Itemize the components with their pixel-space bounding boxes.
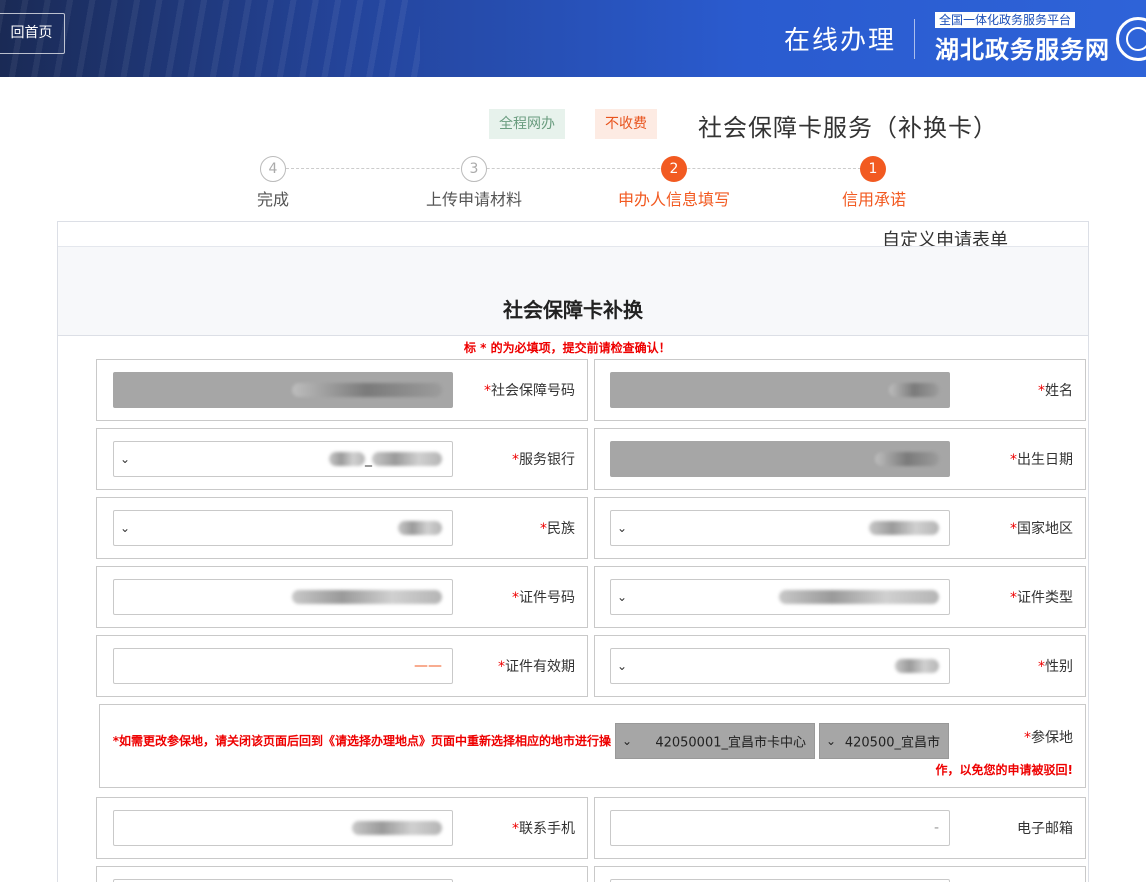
ss-number-input[interactable] (113, 372, 453, 408)
form-title-banner: 社会保障卡补换 (58, 246, 1088, 336)
country-select[interactable]: ⌄ (610, 510, 950, 546)
name-label: *姓名 (1038, 383, 1073, 399)
birth-date-field: *出生日期 (594, 428, 1086, 490)
id-type-label: *证件类型 (1010, 590, 1073, 606)
step-2-label: 申办人信息填写 (618, 190, 731, 209)
birth-date-label: *出生日期 (1010, 452, 1073, 468)
step-3-icon: 3 (461, 156, 487, 182)
id-number-field: *证件号码 (96, 566, 588, 628)
chevron-down-icon: ⌄ (617, 659, 628, 673)
insured-place-note-cont: 作，以免您的申请被驳回! (935, 763, 1073, 777)
brand-name: 湖北政务服务网 (935, 36, 1110, 64)
phone-label: *联系手机 (512, 821, 575, 837)
chevron-down-icon: ⌄ (826, 734, 837, 748)
ethnicity-field: *民族 ⌄ (96, 497, 588, 559)
birth-date-input[interactable] (610, 441, 950, 477)
home-button[interactable]: 回首页 (0, 13, 65, 54)
id-type-select[interactable]: ⌄ (610, 579, 950, 615)
gender-select[interactable]: ⌄ (610, 648, 950, 684)
id-validity-input[interactable]: —— (113, 648, 453, 684)
country-label: *国家地区 (1010, 521, 1073, 537)
id-number-input[interactable] (113, 579, 453, 615)
gender-label: *性别 (1038, 659, 1073, 675)
insured-center-select[interactable]: ⌄ 42050001_宜昌市卡中心 (615, 723, 815, 759)
next-field-right (594, 866, 1086, 882)
bank-label: *服务银行 (512, 452, 575, 468)
service-title: 社会保障卡服务（补换卡） (698, 114, 998, 142)
chevron-down-icon: ⌄ (120, 452, 131, 466)
phone-field: *联系手机 (96, 797, 588, 859)
ss-number-field: *社会保障号码 (96, 359, 588, 421)
ss-number-label: *社会保障号码 (484, 383, 575, 399)
name-input[interactable] (610, 372, 950, 408)
online-tag: 全程网办 (489, 109, 565, 139)
steps-connector (286, 168, 876, 169)
brand-subtitle: 全国一体化政务服务平台 (935, 12, 1076, 28)
fee-tag: 不收费 (595, 109, 657, 139)
country-field: *国家地区 ⌄ (594, 497, 1086, 559)
email-field: 电子邮箱 - (594, 797, 1086, 859)
id-type-field: *证件类型 ⌄ (594, 566, 1086, 628)
name-field: *姓名 (594, 359, 1086, 421)
insured-city-select[interactable]: ⌄ 420500_宜昌市 (819, 723, 949, 759)
gender-field: *性别 ⌄ (594, 635, 1086, 697)
header-divider (914, 18, 915, 59)
next-field-left (96, 866, 588, 882)
chevron-down-icon: ⌄ (617, 521, 628, 535)
bank-field: *服务银行 ⌄ _ (96, 428, 588, 490)
step-4-label: 完成 (257, 190, 290, 209)
step-3-label: 上传申请材料 (426, 190, 523, 209)
email-label: 电子邮箱 (1017, 821, 1073, 837)
insured-place-note: *如需更改参保地，请关闭该页面后回到《请选择办理地点》页面中重新选择相应的地市进… (112, 734, 611, 748)
id-number-label: *证件号码 (512, 590, 575, 606)
brand-logo[interactable]: 全国一体化政务服务平台 湖北政务服务网 (935, 12, 1146, 65)
insured-place-label: *参保地 (1024, 730, 1073, 746)
step-4-icon: 4 (260, 156, 286, 182)
chevron-down-icon: ⌄ (617, 590, 628, 604)
step-1-icon: 1 (860, 156, 886, 182)
form-title: 社会保障卡补换 (503, 298, 643, 322)
form-card-header: 自定义申请表单 (58, 222, 1088, 251)
site-title: 在线办理 (783, 26, 896, 56)
id-validity-label: *证件有效期 (498, 659, 575, 675)
insured-place-field: *参保地 ⌄ 420500_宜昌市 ⌄ 42050001_宜昌市卡中心 *如需更… (99, 704, 1086, 788)
ethnicity-select[interactable]: ⌄ (113, 510, 453, 546)
header-banner: 回首页 在线办理 全国一体化政务服务平台 湖北政务服务网 (0, 0, 1146, 77)
ethnicity-label: *民族 (540, 521, 575, 537)
id-validity-field: *证件有效期 —— (96, 635, 588, 697)
step-2-icon: 2 (661, 156, 687, 182)
required-notice: 标 * 的为必填项，提交前请检查确认！ (464, 341, 671, 355)
email-input[interactable]: - (610, 810, 950, 846)
chevron-down-icon: ⌄ (622, 734, 633, 748)
step-1-label: 信用承诺 (842, 190, 907, 209)
emblem-icon (1116, 16, 1146, 61)
phone-input[interactable] (113, 810, 453, 846)
chevron-down-icon: ⌄ (120, 521, 131, 535)
brand-text: 全国一体化政务服务平台 湖北政务服务网 (935, 12, 1110, 65)
header-logo-area: 在线办理 全国一体化政务服务平台 湖北政务服务网 (784, 12, 1146, 65)
bank-select[interactable]: ⌄ _ (113, 441, 453, 477)
